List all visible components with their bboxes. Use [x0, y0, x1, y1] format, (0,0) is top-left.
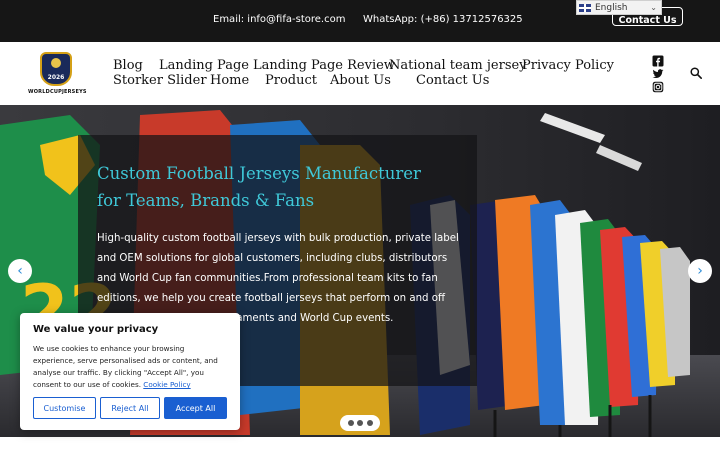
cookie-consent-banner: We value your privacy We use cookies to …	[20, 313, 240, 430]
search-icon[interactable]	[690, 67, 702, 79]
language-selector[interactable]: English ⌄	[576, 0, 662, 15]
uk-flag-icon	[579, 3, 591, 12]
logo-wordmark: WORLDCUPJERSEYS	[28, 89, 87, 95]
nav-item-landing-page[interactable]: Landing Page	[159, 58, 249, 73]
site-logo[interactable]: 2026 WORLDCUPJERSEYS	[28, 50, 87, 100]
email-link[interactable]: Email: info@fifa-store.com	[213, 14, 345, 25]
chevron-left-icon: ‹	[17, 263, 23, 279]
twitter-icon[interactable]	[652, 68, 664, 80]
slider-dot[interactable]	[357, 420, 363, 426]
nav-item-blog[interactable]: Blog	[113, 58, 143, 73]
nav-item-storker-slider[interactable]: Storker Slider	[113, 73, 207, 88]
nav-item-product[interactable]: Product	[265, 73, 317, 88]
top-bar: Email: info@fifa-store.com WhatsApp: (+8…	[0, 0, 720, 42]
cookie-body: We use cookies to enhance your browsing …	[33, 343, 227, 391]
customise-button[interactable]: Customise	[33, 397, 96, 419]
ball-icon	[51, 58, 61, 68]
nav-item-landing-page-review[interactable]: Landing Page Review	[253, 58, 395, 73]
instagram-icon[interactable]	[652, 81, 664, 93]
slider-dot[interactable]	[347, 420, 354, 426]
slider-next-button[interactable]: ›	[688, 259, 712, 283]
cookie-buttons: Customise Reject All Accept All	[33, 397, 227, 419]
nav-item-national-team-jersey[interactable]: National team jersey	[389, 58, 527, 73]
cookie-policy-link[interactable]: Cookie Policy	[143, 380, 190, 389]
nav-item-privacy-policy[interactable]: Privacy Policy	[522, 58, 614, 73]
chevron-right-icon: ›	[697, 263, 703, 279]
accept-all-button[interactable]: Accept All	[164, 397, 227, 419]
slider-dot[interactable]	[366, 420, 373, 426]
facebook-icon[interactable]	[652, 55, 664, 67]
logo-year: 2026	[47, 74, 65, 81]
nav-item-contact-us[interactable]: Contact Us	[416, 73, 489, 88]
whatsapp-link[interactable]: WhatsApp: (+86) 13712576325	[363, 14, 523, 25]
language-label: English	[595, 2, 628, 13]
reject-all-button[interactable]: Reject All	[100, 397, 160, 419]
slider-prev-button[interactable]: ‹	[8, 259, 32, 283]
page-bottom-strip	[0, 437, 720, 450]
chevron-down-icon: ⌄	[650, 3, 657, 12]
nav-item-home[interactable]: Home	[210, 73, 249, 88]
hero-title: Custom Football Jerseys Manufacturer for…	[97, 164, 421, 210]
slider-pagination	[340, 415, 380, 431]
logo-shield: 2026	[40, 52, 72, 86]
nav-item-about-us[interactable]: About Us	[330, 73, 391, 88]
cookie-title: We value your privacy	[33, 324, 159, 335]
site-header: 2026 WORLDCUPJERSEYS Blog Landing Page L…	[0, 42, 720, 105]
